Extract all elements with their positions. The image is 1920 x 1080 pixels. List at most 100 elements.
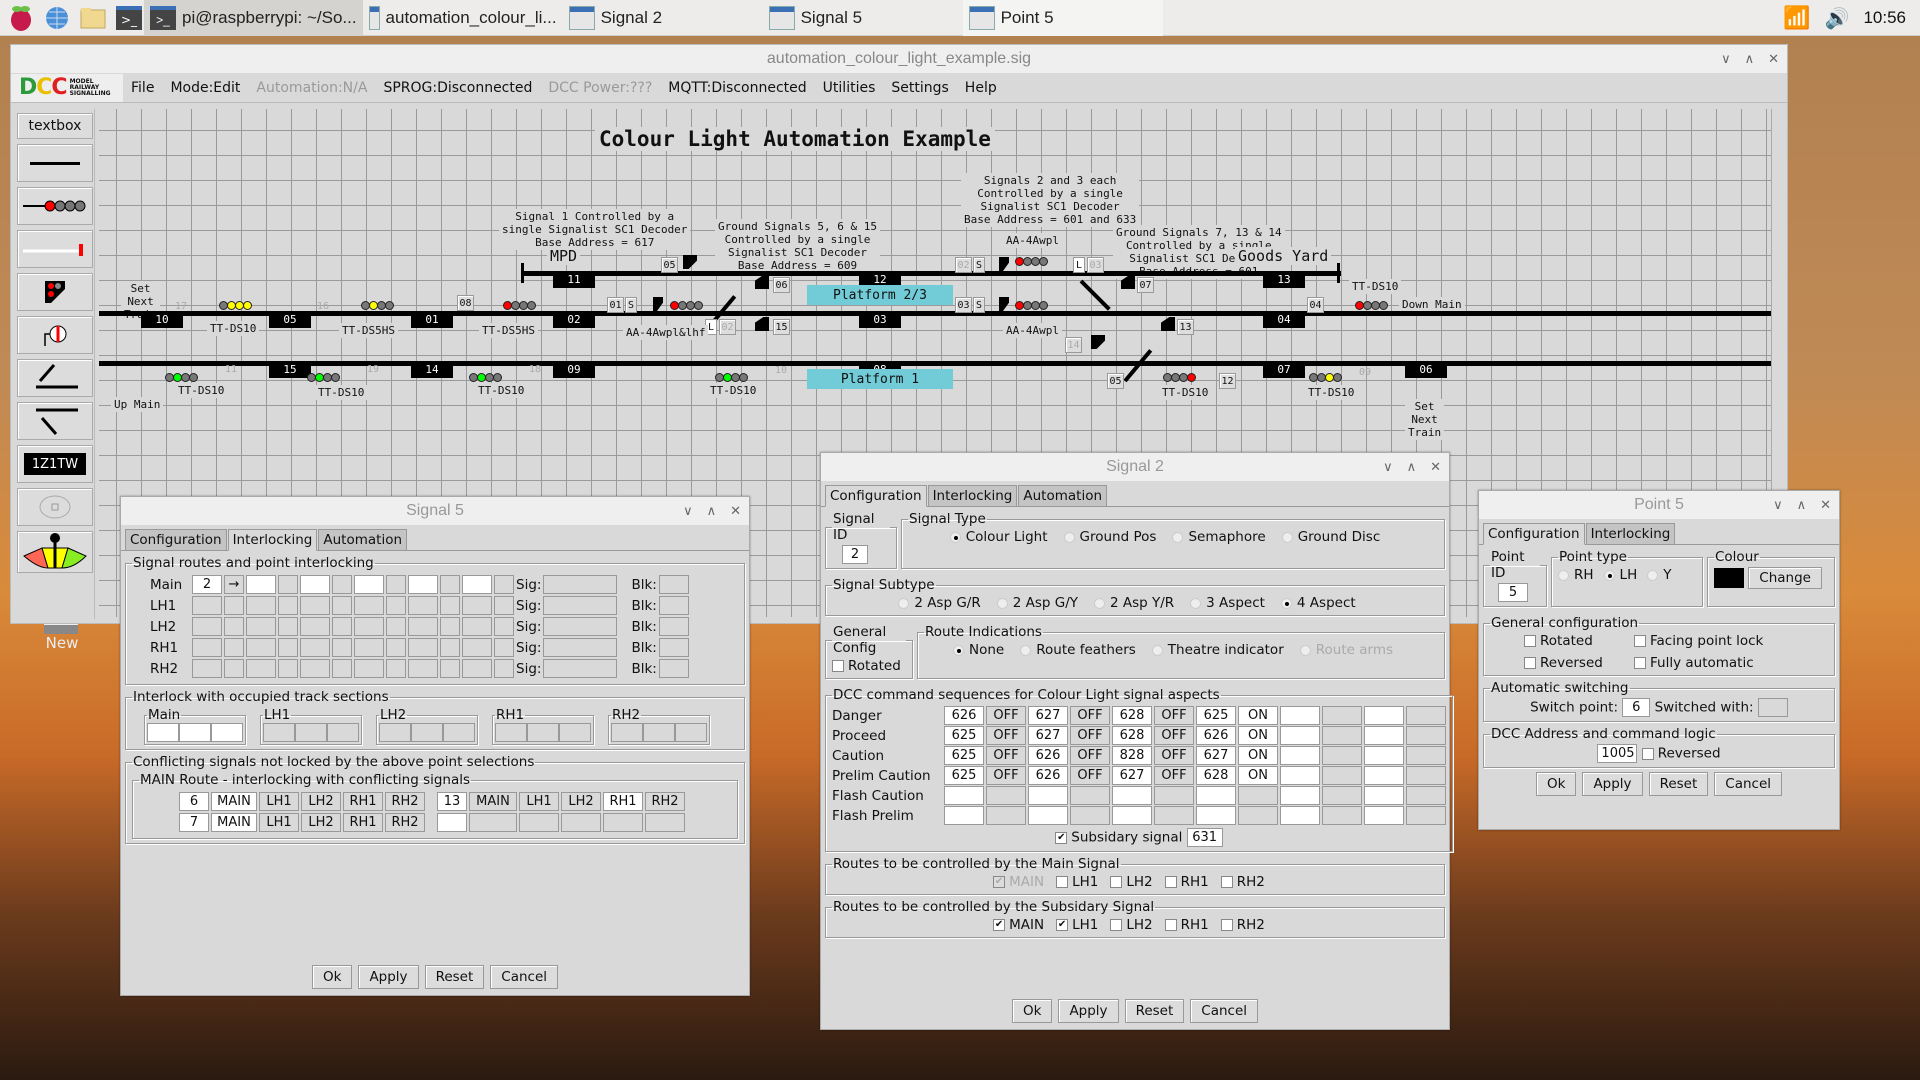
web-browser-icon[interactable] <box>42 3 72 33</box>
point-id-input[interactable]: 5 <box>1498 583 1528 602</box>
platform-2-3[interactable]: Platform 2/3 <box>807 285 953 305</box>
main-route-option[interactable]: LH1 <box>1056 874 1098 890</box>
close-icon[interactable]: ✕ <box>1820 497 1831 513</box>
maximize-icon[interactable]: ∧ <box>1745 51 1755 67</box>
dcc-state-toggle[interactable] <box>1406 706 1446 725</box>
signal-type-option[interactable]: Ground Disc <box>1281 529 1380 545</box>
menu-settings[interactable]: Settings <box>883 80 956 96</box>
signal-subtype-option[interactable]: 2 Asp G/R <box>898 595 981 611</box>
dcc-address-input[interactable] <box>1364 726 1404 745</box>
terminal-icon[interactable]: >_ <box>114 3 144 33</box>
dcc-address-input[interactable]: 625 <box>944 746 984 765</box>
dcc-address-input[interactable] <box>1364 766 1404 785</box>
conflict-route-toggle[interactable]: MAIN <box>211 813 257 832</box>
track-section-input[interactable] <box>675 723 707 742</box>
point-state-toggle[interactable]: → <box>224 575 244 594</box>
track-up-main[interactable] <box>99 361 1775 366</box>
point-id-input[interactable] <box>192 617 222 636</box>
point-state-toggle[interactable] <box>386 638 406 657</box>
minimize-icon[interactable]: ∨ <box>1383 459 1393 475</box>
route-indication-radio[interactable] <box>1151 644 1163 656</box>
point-state-toggle[interactable] <box>224 617 244 636</box>
dcc-address-input[interactable]: 626 <box>1028 746 1068 765</box>
dcc-state-toggle[interactable] <box>1154 786 1194 805</box>
task-signal5[interactable]: Signal 5 <box>763 0 963 36</box>
tool-textbox[interactable]: textbox <box>17 113 93 139</box>
point-state-toggle[interactable] <box>386 659 406 678</box>
dcc-state-toggle[interactable] <box>986 786 1026 805</box>
point-id-input[interactable] <box>300 575 330 594</box>
signal-subtype-option[interactable]: 2 Asp G/Y <box>996 595 1078 611</box>
task-signal2[interactable]: Signal 2 <box>563 0 763 36</box>
task-point5[interactable]: Point 5 <box>962 0 1163 36</box>
dcc-state-toggle[interactable] <box>1322 786 1362 805</box>
track-section-input[interactable] <box>411 723 443 742</box>
colour-light-signal[interactable] <box>670 301 703 310</box>
dcc-state-toggle[interactable] <box>1322 706 1362 725</box>
tool-semaphore[interactable] <box>17 230 93 268</box>
sub-route-option[interactable]: RH2 <box>1220 917 1265 933</box>
dcc-state-toggle[interactable] <box>1406 726 1446 745</box>
dcc-state-toggle[interactable] <box>1406 746 1446 765</box>
dcc-state-toggle[interactable]: OFF <box>1070 726 1110 745</box>
dcc-reversed-checkbox[interactable] <box>1641 747 1654 760</box>
dcc-address-input[interactable]: 1005 <box>1597 744 1638 763</box>
dialog-title-bar[interactable]: Signal 5 ∨ ∧ ✕ <box>121 497 749 525</box>
tool-track-section[interactable]: 1Z1TW <box>17 445 93 483</box>
sig-input[interactable] <box>543 659 618 678</box>
colour-light-signal[interactable] <box>361 301 394 310</box>
signal-id[interactable]: 13 <box>1177 319 1194 335</box>
colour-light-signal[interactable] <box>1163 373 1196 382</box>
subsidiary-indicator[interactable]: S <box>973 257 985 273</box>
point-state-toggle[interactable] <box>278 638 298 657</box>
route-indication-option[interactable]: None <box>953 642 1004 658</box>
route-indication-radio[interactable] <box>1299 644 1311 656</box>
colour-light-signal[interactable] <box>307 373 340 382</box>
point-type-radio[interactable] <box>1558 569 1569 581</box>
blk-input[interactable] <box>658 617 689 636</box>
tab-configuration[interactable]: Configuration <box>825 485 927 507</box>
point-id-input[interactable] <box>246 659 276 678</box>
point-state-toggle[interactable] <box>440 596 460 615</box>
point-state-toggle[interactable] <box>494 617 514 636</box>
track-section-input[interactable] <box>147 723 179 742</box>
point-id-input[interactable] <box>354 575 384 594</box>
dcc-state-toggle[interactable]: OFF <box>1154 726 1194 745</box>
tab-configuration[interactable]: Configuration <box>125 529 227 550</box>
dcc-address-input[interactable] <box>1364 786 1404 805</box>
dcc-address-input[interactable] <box>1196 806 1236 825</box>
dcc-state-toggle[interactable] <box>986 806 1026 825</box>
conflict-signal-input[interactable]: 7 <box>179 813 209 832</box>
dcc-state-toggle[interactable] <box>1406 786 1446 805</box>
maximize-icon[interactable]: ∧ <box>1797 497 1807 513</box>
conflict-route-toggle[interactable]: RH1 <box>343 813 383 832</box>
raspberry-menu-icon[interactable] <box>6 3 36 33</box>
point-state-toggle[interactable] <box>494 575 514 594</box>
dcc-state-toggle[interactable] <box>1406 766 1446 785</box>
sig-input[interactable] <box>543 596 618 615</box>
tab-interlocking[interactable]: Interlocking <box>227 529 318 551</box>
dcc-state-toggle[interactable] <box>1322 766 1362 785</box>
rotated-option[interactable]: Rotated <box>1524 633 1634 649</box>
reversed-option[interactable]: Reversed <box>1524 655 1634 671</box>
switched-with-input[interactable] <box>1757 698 1788 717</box>
minimize-icon[interactable]: ∨ <box>1721 51 1731 67</box>
dcc-address-input[interactable] <box>1280 806 1320 825</box>
dcc-state-toggle[interactable]: OFF <box>1070 706 1110 725</box>
point-state-toggle[interactable] <box>278 575 298 594</box>
dcc-address-input[interactable]: 626 <box>1028 766 1068 785</box>
point-id-input[interactable] <box>408 596 438 615</box>
dcc-state-toggle[interactable]: ON <box>1238 726 1278 745</box>
tool-track-line[interactable] <box>17 144 93 182</box>
ground-signal[interactable] <box>653 297 663 311</box>
dcc-address-input[interactable]: 828 <box>1112 746 1152 765</box>
title-bar[interactable]: automation_colour_light_example.sig ∨ ∧ ✕ <box>11 45 1787 73</box>
main-route-checkbox[interactable] <box>1164 876 1177 888</box>
signal-type-option[interactable]: Colour Light <box>949 529 1048 545</box>
reset-button[interactable]: Reset <box>424 965 485 989</box>
track-section[interactable]: 09 <box>553 361 595 378</box>
sig-input[interactable] <box>543 617 618 636</box>
dcc-state-toggle[interactable] <box>1322 746 1362 765</box>
route-indication-option[interactable]: Route feathers <box>1020 642 1136 658</box>
conflict-signal-input[interactable]: 13 <box>437 792 467 811</box>
